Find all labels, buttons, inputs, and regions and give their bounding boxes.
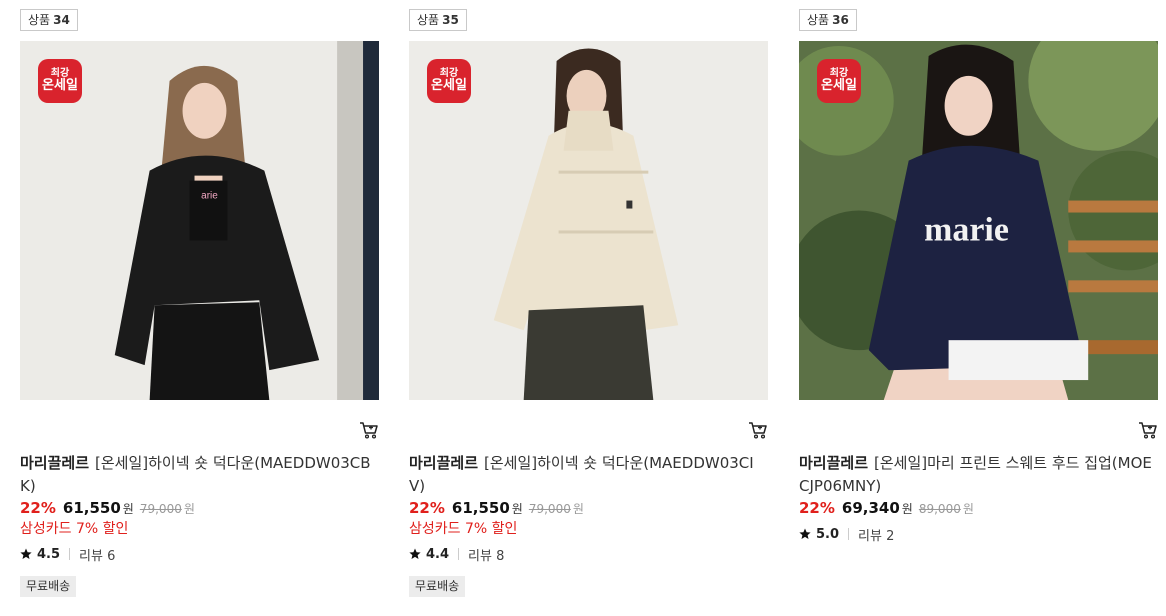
product-title[interactable]: 마리끌레르 [온세일]하이넥 숏 덕다운(MAEDDW03CIV) <box>409 452 769 498</box>
review-count: 리뷰 8 <box>468 548 505 564</box>
product-number-tag: 상품 34 <box>20 9 78 31</box>
rating-score: 4.4 <box>426 546 450 562</box>
rating-score: 5.0 <box>816 526 840 542</box>
sale-price-currency: 원 <box>511 502 523 516</box>
sale-badge: 최강 온세일 <box>38 59 82 103</box>
product-title[interactable]: 마리끌레르 [온세일]하이넥 숏 덕다운(MAEDDW03CBK) <box>20 452 380 498</box>
product-info: 마리끌레르 [온세일]마리 프린트 스웨트 후드 집업(MOECJP06MNY) … <box>799 452 1159 544</box>
sale-price-currency: 원 <box>122 502 134 516</box>
product-info: 마리끌레르 [온세일]하이넥 숏 덕다운(MAEDDW03CBK) 22% 61,… <box>20 452 380 597</box>
original-price-currency: 원 <box>962 502 974 516</box>
price-row: 22% 69,340 원 89,000 원 <box>799 499 1159 519</box>
product-image[interactable]: arie 최강 온세일 <box>20 41 379 400</box>
product-tag-label: 상품 <box>417 13 440 27</box>
divider <box>69 548 71 560</box>
rating-row: 5.0 리뷰 2 <box>799 524 1159 544</box>
original-price: 79,000 <box>139 502 182 516</box>
sale-price: 61,550 <box>451 499 510 517</box>
rating-row: 4.5 리뷰 6 <box>20 544 380 564</box>
sale-badge-line2: 온세일 <box>821 78 857 94</box>
product-tag-number: 34 <box>53 13 70 27</box>
sale-price: 61,550 <box>62 499 121 517</box>
product-brand: 마리끌레르 <box>799 454 869 472</box>
product-image[interactable]: 최강 온세일 <box>409 41 768 400</box>
divider <box>848 528 850 540</box>
sale-price-currency: 원 <box>901 502 913 516</box>
cart-icon[interactable] <box>359 420 379 440</box>
discount-rate: 22% <box>799 499 835 517</box>
star-icon <box>20 548 32 559</box>
free-shipping-badge: 무료배송 <box>20 576 77 597</box>
discount-rate: 22% <box>20 499 56 517</box>
original-price: 79,000 <box>528 502 571 516</box>
star-icon <box>409 548 421 559</box>
svg-text:marie: marie <box>924 211 1009 248</box>
product-brand: 마리끌레르 <box>20 454 90 472</box>
product-tag-number: 35 <box>442 13 459 27</box>
sale-price: 69,340 <box>841 499 900 517</box>
original-price-currency: 원 <box>572 502 584 516</box>
free-shipping-badge: 무료배송 <box>409 576 466 597</box>
cart-icon[interactable] <box>748 420 768 440</box>
product-tag-label: 상품 <box>28 13 51 27</box>
review-count: 리뷰 6 <box>79 548 116 564</box>
svg-text:arie: arie <box>201 191 218 202</box>
price-row: 22% 61,550 원 79,000 원 <box>409 499 769 519</box>
product-brand: 마리끌레르 <box>409 454 479 472</box>
product-info: 마리끌레르 [온세일]하이넥 숏 덕다운(MAEDDW03CIV) 22% 61,… <box>409 452 769 597</box>
product-tag-label: 상품 <box>807 13 830 27</box>
product-number-tag: 상품 35 <box>409 9 467 31</box>
card-discount-text: 삼성카드 7% 할인 <box>409 521 518 537</box>
divider <box>458 548 460 560</box>
original-price-currency: 원 <box>183 502 195 516</box>
original-price: 89,000 <box>918 502 961 516</box>
sale-badge: 최강 온세일 <box>427 59 471 103</box>
discount-rate: 22% <box>409 499 445 517</box>
product-image[interactable]: marie 최강 온세일 <box>799 41 1158 400</box>
rating-row: 4.4 리뷰 8 <box>409 544 769 564</box>
price-row: 22% 61,550 원 79,000 원 <box>20 499 380 519</box>
product-tag-number: 36 <box>832 13 849 27</box>
product-title[interactable]: 마리끌레르 [온세일]마리 프린트 스웨트 후드 집업(MOECJP06MNY) <box>799 452 1159 498</box>
cart-icon[interactable] <box>1138 420 1158 440</box>
star-icon <box>799 528 811 539</box>
card-discount-text: 삼성카드 7% 할인 <box>20 521 129 537</box>
rating-score: 4.5 <box>37 546 61 562</box>
sale-badge-line2: 온세일 <box>431 78 467 94</box>
sale-badge-line2: 온세일 <box>42 78 78 94</box>
product-number-tag: 상품 36 <box>799 9 857 31</box>
sale-badge: 최강 온세일 <box>817 59 861 103</box>
review-count: 리뷰 2 <box>858 528 895 544</box>
